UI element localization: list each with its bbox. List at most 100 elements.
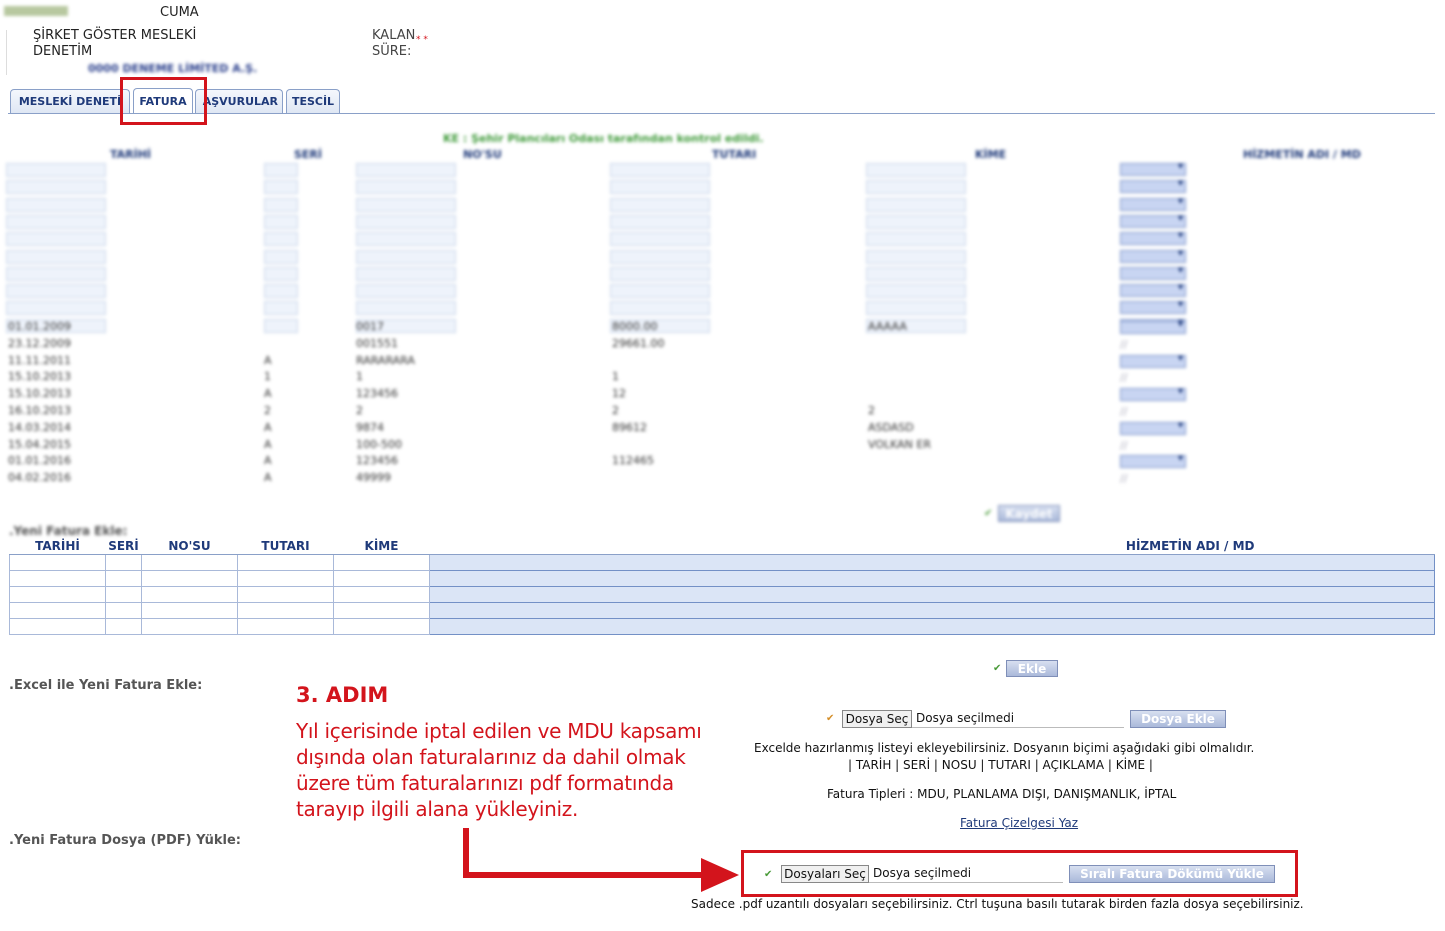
grid-input-cell[interactable] (610, 301, 710, 316)
grid-service-select[interactable] (1120, 319, 1186, 334)
grid-input-cell[interactable] (866, 249, 966, 264)
grid-input-cell[interactable] (866, 284, 966, 299)
new-invoice-service-field[interactable] (429, 618, 1435, 635)
grid-service-select[interactable] (1120, 265, 1186, 280)
new-invoice-input-cell[interactable] (333, 618, 430, 635)
grid-input-cell[interactable] (356, 284, 456, 299)
grid-input-cell[interactable] (6, 232, 106, 247)
grid-input-cell[interactable] (356, 180, 456, 195)
grid-service-select[interactable] (1120, 299, 1186, 315)
new-invoice-service-field[interactable] (429, 602, 1435, 619)
grid-edit-icon[interactable]: // (1120, 405, 1127, 418)
excel-add-file-button[interactable]: Dosya Ekle (1130, 710, 1226, 728)
new-invoice-input-cell[interactable] (141, 586, 238, 603)
new-invoice-input-cell[interactable] (9, 618, 106, 635)
grid-input-cell[interactable] (6, 301, 106, 316)
new-invoice-input-cell[interactable] (333, 554, 430, 571)
grid-input-cell[interactable] (866, 232, 966, 247)
new-invoice-input-cell[interactable] (333, 586, 430, 603)
grid-input-cell[interactable] (264, 284, 298, 299)
excel-choose-file-button[interactable]: Dosya Seç (842, 710, 912, 728)
new-invoice-input-cell[interactable] (141, 554, 238, 571)
new-invoice-service-field[interactable] (429, 570, 1435, 587)
write-invoice-list-link[interactable]: Fatura Çizelgesi Yaz (960, 816, 1078, 830)
grid-input-cell[interactable] (6, 214, 106, 229)
new-invoice-service-field[interactable] (429, 554, 1435, 571)
pdf-upload-button[interactable]: Sıralı Fatura Dökümü Yükle (1069, 865, 1275, 883)
new-invoice-input-cell[interactable] (141, 602, 238, 619)
grid-input-cell[interactable] (264, 266, 298, 281)
grid-input-cell[interactable] (866, 214, 966, 229)
grid-input-cell[interactable] (866, 180, 966, 195)
grid-service-select[interactable] (1120, 420, 1186, 435)
grid-input-cell[interactable] (610, 163, 710, 177)
grid-input-cell[interactable] (866, 163, 966, 177)
new-invoice-input-cell[interactable] (237, 570, 334, 587)
grid-input-cell[interactable] (264, 180, 298, 195)
grid-input-cell[interactable] (610, 249, 710, 264)
grid-input-cell[interactable] (264, 232, 298, 247)
grid-service-select[interactable] (1120, 386, 1186, 402)
grid-service-select[interactable] (1120, 196, 1186, 211)
new-invoice-input-cell[interactable] (333, 570, 430, 587)
new-invoice-input-cell[interactable] (333, 602, 430, 619)
grid-input-cell[interactable] (264, 318, 298, 333)
grid-service-select[interactable] (1120, 230, 1186, 246)
grid-input-cell[interactable] (610, 284, 710, 299)
pdf-choose-files-button[interactable]: Dosyaları Seç (781, 865, 869, 883)
grid-edit-icon[interactable]: // (1120, 371, 1127, 384)
grid-input-cell[interactable] (6, 266, 106, 281)
grid-input-cell[interactable] (6, 284, 106, 299)
grid-input-cell[interactable] (356, 197, 456, 212)
grid-input-cell[interactable] (356, 301, 456, 316)
new-invoice-input-cell[interactable] (237, 554, 334, 571)
grid-input-cell[interactable] (866, 197, 966, 212)
grid-input-cell[interactable] (6, 249, 106, 264)
grid-service-select[interactable] (1120, 213, 1186, 228)
grid-service-select[interactable] (1120, 353, 1186, 368)
grid-input-cell[interactable] (610, 266, 710, 281)
grid-service-select[interactable] (1120, 282, 1186, 298)
grid-service-select[interactable] (1120, 161, 1186, 176)
grid-input-cell[interactable] (6, 180, 106, 195)
grid-edit-icon[interactable]: // (1120, 472, 1127, 485)
grid-input-cell[interactable] (264, 214, 298, 229)
tab-tescil[interactable]: TESCİL (286, 89, 340, 113)
grid-input-cell[interactable] (866, 301, 966, 316)
grid-edit-icon[interactable]: // (1120, 439, 1127, 452)
grid-input-cell[interactable] (264, 163, 298, 177)
grid-input-cell[interactable] (610, 197, 710, 212)
grid-input-cell[interactable] (866, 266, 966, 281)
new-invoice-input-cell[interactable] (9, 602, 106, 619)
grid-input-cell[interactable] (264, 301, 298, 316)
new-invoice-input-cell[interactable] (237, 618, 334, 635)
grid-input-cell[interactable] (356, 163, 456, 177)
grid-input-cell[interactable] (610, 232, 710, 247)
save-button[interactable]: Kaydet (998, 505, 1060, 522)
new-invoice-input-cell[interactable] (237, 602, 334, 619)
grid-input-cell[interactable] (264, 197, 298, 212)
new-invoice-input-cell[interactable] (9, 570, 106, 587)
grid-input-cell[interactable] (6, 197, 106, 212)
tab-mesleki-denetim[interactable]: MESLEKİ DENETİ (10, 89, 130, 113)
new-invoice-input-cell[interactable] (105, 618, 142, 635)
grid-input-cell[interactable] (356, 232, 456, 247)
new-invoice-input-cell[interactable] (105, 554, 142, 571)
new-invoice-input-cell[interactable] (141, 618, 238, 635)
grid-edit-icon[interactable]: // (1120, 338, 1127, 351)
grid-input-cell[interactable] (356, 266, 456, 281)
new-invoice-input-cell[interactable] (9, 586, 106, 603)
new-invoice-input-cell[interactable] (141, 570, 238, 587)
grid-input-cell[interactable] (610, 180, 710, 195)
grid-input-cell[interactable] (264, 249, 298, 264)
new-invoice-input-cell[interactable] (237, 586, 334, 603)
grid-input-cell[interactable] (6, 163, 106, 177)
new-invoice-service-field[interactable] (429, 586, 1435, 603)
add-button[interactable]: Ekle (1006, 660, 1058, 677)
new-invoice-input-cell[interactable] (105, 602, 142, 619)
new-invoice-input-cell[interactable] (105, 586, 142, 603)
new-invoice-input-cell[interactable] (105, 570, 142, 587)
grid-input-cell[interactable] (356, 249, 456, 264)
new-invoice-input-cell[interactable] (9, 554, 106, 571)
grid-input-cell[interactable] (356, 214, 456, 229)
